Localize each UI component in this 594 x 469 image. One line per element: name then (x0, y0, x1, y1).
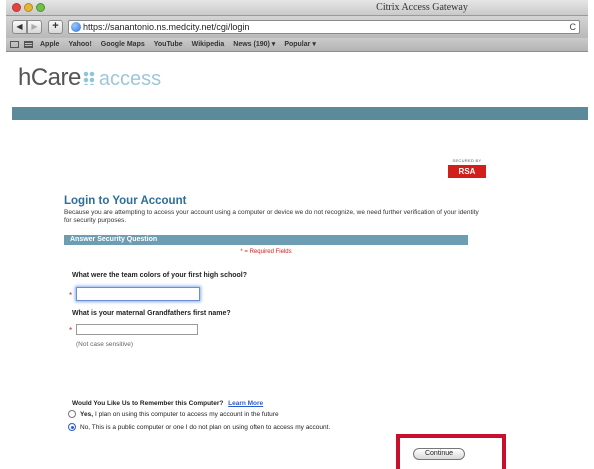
add-bookmark-button[interactable]: + (48, 20, 63, 34)
bookmark-list: Apple Yahoo! Google Maps YouTube Wikiped… (40, 38, 316, 51)
security-question-1: What were the team colors of your first … (72, 272, 248, 279)
bookmark-item[interactable]: Popular ▾ (284, 38, 316, 51)
bookmark-item[interactable]: YouTube (154, 38, 183, 51)
page-content: hCare access SECURED BY RSA Login to You… (6, 52, 588, 469)
hcare-logo: hCare access (18, 64, 161, 98)
remember-no-radio[interactable] (68, 423, 76, 431)
login-intro: Because you are attempting to access you… (64, 209, 479, 224)
browser-toolbar: ◀ ▶ + https://sanantonio.ns.medcity.net/… (6, 16, 588, 38)
window-title: Citrix Access Gateway (376, 2, 468, 13)
globe-icon (71, 22, 81, 32)
section-header: Answer Security Question (64, 235, 468, 245)
required-marker: * (69, 326, 73, 335)
required-fields-note: * = Required Fields (240, 249, 292, 255)
remember-yes-bold: Yes, (80, 410, 94, 418)
security-answer-1-input[interactable] (76, 287, 200, 301)
remember-yes-option[interactable]: Yes, I plan on using this computer to ac… (68, 410, 279, 418)
required-marker: * (69, 291, 73, 300)
learn-more-link[interactable]: Learn More (228, 400, 263, 407)
bookmark-item[interactable]: Yahoo! (68, 38, 91, 51)
address-bar[interactable]: https://sanantonio.ns.medcity.net/cgi/lo… (68, 20, 580, 34)
rsa-badge: SECURED BY RSA (448, 158, 486, 178)
back-button[interactable]: ◀ (12, 20, 27, 34)
top-sites-icon[interactable] (24, 41, 33, 48)
security-question-2: What is your maternal Grandfathers first… (72, 310, 231, 317)
bookmark-item[interactable]: News (190) ▾ (233, 38, 275, 51)
remember-yes-radio[interactable] (68, 410, 76, 418)
security-answer-2-input[interactable] (76, 324, 198, 335)
remember-computer-question: Would You Like Us to Remember this Compu… (72, 400, 263, 407)
forward-button[interactable]: ▶ (27, 20, 42, 34)
logo-product: access (98, 68, 162, 90)
remember-yes-label: I plan on using this computer to access … (95, 410, 279, 418)
reading-list-icon[interactable] (10, 41, 19, 48)
logo-brand: hCare (18, 64, 81, 91)
bookmark-item[interactable]: Wikipedia (192, 38, 225, 51)
header-band (12, 107, 588, 120)
remember-no-label: No, This is a public computer or one I d… (80, 423, 331, 431)
rsa-secured-label: SECURED BY (452, 158, 482, 163)
remember-no-option[interactable]: No, This is a public computer or one I d… (68, 423, 330, 431)
reload-icon[interactable]: C (570, 21, 577, 33)
case-sensitivity-note: (Not case sensitive) (76, 341, 134, 348)
window-titlebar: Citrix Access Gateway (6, 0, 588, 16)
bookmark-item[interactable]: Google Maps (101, 38, 145, 51)
rsa-logo: RSA (448, 165, 486, 178)
page-title: Login to Your Account (64, 195, 187, 207)
remember-question-text: Would You Like Us to Remember this Compu… (72, 400, 224, 407)
continue-button[interactable]: Continue (413, 448, 465, 460)
logo-dots-icon (82, 71, 95, 85)
bookmarks-bar: Apple Yahoo! Google Maps YouTube Wikiped… (6, 38, 588, 52)
bookmark-item[interactable]: Apple (40, 38, 59, 51)
url-text: https://sanantonio.ns.medcity.net/cgi/lo… (83, 22, 250, 32)
